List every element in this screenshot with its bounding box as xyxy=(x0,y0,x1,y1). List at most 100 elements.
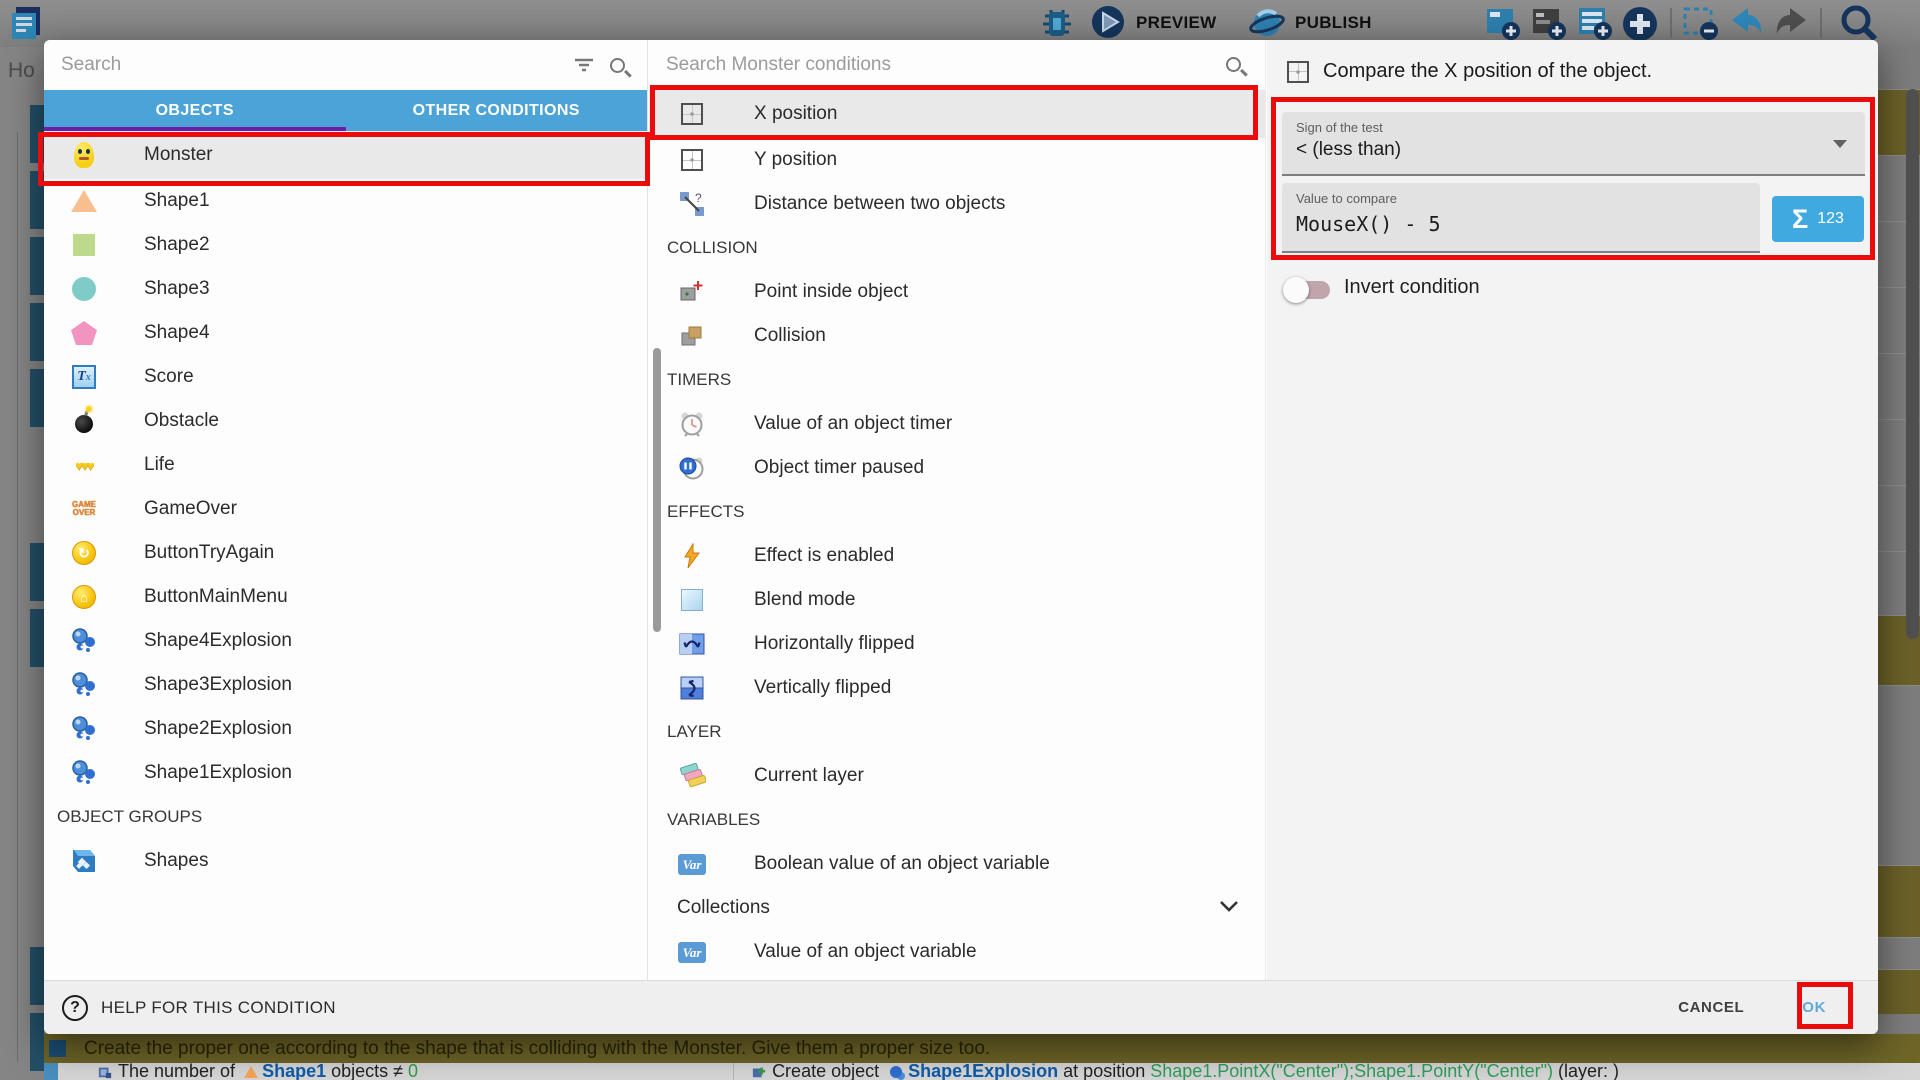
monster-icon xyxy=(69,140,99,170)
invert-condition-toggle[interactable] xyxy=(1286,281,1330,299)
invert-condition-label: Invert condition xyxy=(1344,276,1480,299)
bomb-icon xyxy=(69,406,99,436)
condition-row-object-timer-paused[interactable]: Object timer paused xyxy=(649,446,1265,490)
parameters-panel: Compare the X position of the object. Si… xyxy=(1267,40,1878,980)
cancel-button[interactable]: CANCEL xyxy=(1670,989,1752,1026)
text-object-icon: Tx xyxy=(69,362,99,392)
object-row-shape4[interactable]: Shape4 xyxy=(44,311,647,355)
object-row-monster[interactable]: Monster xyxy=(44,131,647,179)
conditions-search-input[interactable] xyxy=(649,54,1226,76)
object-row-shape1[interactable]: Shape1 xyxy=(44,179,647,223)
object-row-shape2explosion[interactable]: Shape2Explosion xyxy=(44,707,647,751)
objects-list: MonsterShape1Shape2Shape3Shape4TxScoreOb… xyxy=(44,131,647,980)
ok-button[interactable]: OK xyxy=(1792,989,1836,1026)
object-row-shape4explosion[interactable]: Shape4Explosion xyxy=(44,619,647,663)
filter-icon[interactable] xyxy=(574,57,594,73)
object-row-buttontryagain[interactable]: ↻ButtonTryAgain xyxy=(44,531,647,575)
preview-button[interactable]: PREVIEW xyxy=(1136,13,1217,33)
conditions-search-row xyxy=(649,40,1265,90)
object-row-shape2[interactable]: Shape2 xyxy=(44,223,647,267)
object-row-shape1explosion[interactable]: Shape1Explosion xyxy=(44,751,647,795)
sign-of-test-select[interactable]: Sign of the test < (less than) xyxy=(1282,112,1865,176)
conditions-scrollbar[interactable] xyxy=(653,348,661,632)
object-row-score[interactable]: TxScore xyxy=(44,355,647,399)
action-object-name: Shape1Explosion xyxy=(908,1063,1058,1080)
conditions-panel: X positionY position?Distance between tw… xyxy=(649,40,1266,980)
home-tab-partial: Ho xyxy=(8,59,35,83)
condition-row-effect-is-enabled[interactable]: Effect is enabled xyxy=(649,534,1265,578)
condition-object-name: Shape1 xyxy=(262,1063,326,1080)
square-icon xyxy=(69,230,99,260)
particle-emitter-icon xyxy=(69,670,99,700)
object-row-gameover[interactable]: GAMEOVERGameOver xyxy=(44,487,647,531)
condition-row-value-of-an-object-variable[interactable]: VarValue of an object variable xyxy=(649,930,1265,974)
condition-row-horizontally-flipped[interactable]: Horizontally flipped xyxy=(649,622,1265,666)
search-icon xyxy=(1226,57,1241,72)
publish-button[interactable]: PUBLISH xyxy=(1295,13,1372,33)
condition-section-variables: VARIABLES xyxy=(649,798,1265,842)
action-text-mid: at position xyxy=(1058,1063,1150,1080)
tab-other-conditions[interactable]: OTHER CONDITIONS xyxy=(346,90,648,131)
particle-emitter-icon xyxy=(69,626,99,656)
timer-paused-icon xyxy=(677,453,707,483)
object-section-object-groups: OBJECT GROUPS xyxy=(44,795,647,839)
comment-text: Create the proper one according to the s… xyxy=(84,1038,990,1060)
toolbar-divider xyxy=(1670,8,1672,38)
project-manager-icon[interactable] xyxy=(8,4,46,42)
chevron-down-icon[interactable] xyxy=(1219,899,1239,917)
background-scrollbar[interactable] xyxy=(1906,89,1919,639)
sigma-icon: Σ xyxy=(1792,204,1808,235)
search-events-icon[interactable] xyxy=(1838,2,1880,44)
add-event-icon[interactable] xyxy=(1484,4,1522,42)
condition-row-point-inside-object[interactable]: Point inside object xyxy=(649,270,1265,314)
publish-globe-icon[interactable] xyxy=(1248,4,1286,42)
objects-search-row xyxy=(44,40,647,90)
undo-icon[interactable] xyxy=(1728,4,1766,42)
object-count-condition-icon xyxy=(98,1065,112,1079)
condition-row-vertically-flipped[interactable]: Vertically flipped xyxy=(649,666,1265,710)
add-circle-icon[interactable] xyxy=(1620,4,1660,44)
create-object-action-icon xyxy=(752,1065,766,1079)
add-comment-icon[interactable] xyxy=(1530,4,1568,42)
objects-search-input[interactable] xyxy=(44,54,574,76)
condition-row-collision[interactable]: Collision xyxy=(649,314,1265,358)
preview-play-icon[interactable] xyxy=(1090,4,1127,41)
condition-row-collections[interactable]: Collections xyxy=(649,886,1265,930)
object-row-obstacle[interactable]: Obstacle xyxy=(44,399,647,443)
particle-emitter-icon xyxy=(69,714,99,744)
circle-icon xyxy=(69,274,99,304)
condition-title: Compare the X position of the object. xyxy=(1323,60,1652,83)
help-icon: ? xyxy=(62,995,88,1021)
object-group-icon xyxy=(69,846,99,876)
condition-row-value-of-an-object-timer[interactable]: Value of an object timer xyxy=(649,402,1265,446)
remove-event-icon[interactable] xyxy=(1682,4,1720,42)
condition-row-blend-mode[interactable]: Blend mode xyxy=(649,578,1265,622)
condition-row-distance-between-two-objects[interactable]: ?Distance between two objects xyxy=(649,182,1265,226)
help-link[interactable]: HELP FOR THIS CONDITION xyxy=(101,998,336,1018)
search-icon xyxy=(610,58,625,73)
condition-operator: ≠ xyxy=(393,1063,403,1080)
value-to-compare-input[interactable]: Value to compare MouseX() - 5 xyxy=(1282,183,1760,253)
dialog-footer: ? HELP FOR THIS CONDITION CANCEL OK xyxy=(44,980,1878,1034)
variable-icon: Var xyxy=(677,849,707,879)
condition-text-prefix: The number of xyxy=(118,1063,240,1080)
tab-objects[interactable]: OBJECTS xyxy=(44,90,346,131)
object-row-shape3explosion[interactable]: Shape3Explosion xyxy=(44,663,647,707)
background-event-row: The number of Shape1 objects ≠ 0 Create … xyxy=(44,1063,1920,1080)
conditions-list: X positionY position?Distance between tw… xyxy=(649,90,1265,980)
condition-header: Compare the X position of the object. xyxy=(1287,60,1652,83)
objects-panel: OBJECTS OTHER CONDITIONS MonsterShape1Sh… xyxy=(44,40,648,980)
condition-row-x-position[interactable]: X position xyxy=(649,90,1265,138)
action-text-suffix: (layer: ) xyxy=(1553,1063,1619,1080)
redo-icon[interactable] xyxy=(1772,4,1810,42)
add-subevent-icon[interactable] xyxy=(1576,4,1614,42)
debugger-icon[interactable] xyxy=(1038,4,1076,42)
expression-editor-button[interactable]: Σ 123 xyxy=(1772,196,1864,242)
condition-row-boolean-value-of-an-object-variable[interactable]: VarBoolean value of an object variable xyxy=(649,842,1265,886)
object-row-buttonmainmenu[interactable]: ⌂ButtonMainMenu xyxy=(44,575,647,619)
condition-row-y-position[interactable]: Y position xyxy=(649,138,1265,182)
object-row-shape3[interactable]: Shape3 xyxy=(44,267,647,311)
condition-row-current-layer[interactable]: Current layer xyxy=(649,754,1265,798)
object-row-life[interactable]: ♥♥♥Life xyxy=(44,443,647,487)
object-row-shapes[interactable]: Shapes xyxy=(44,839,647,883)
